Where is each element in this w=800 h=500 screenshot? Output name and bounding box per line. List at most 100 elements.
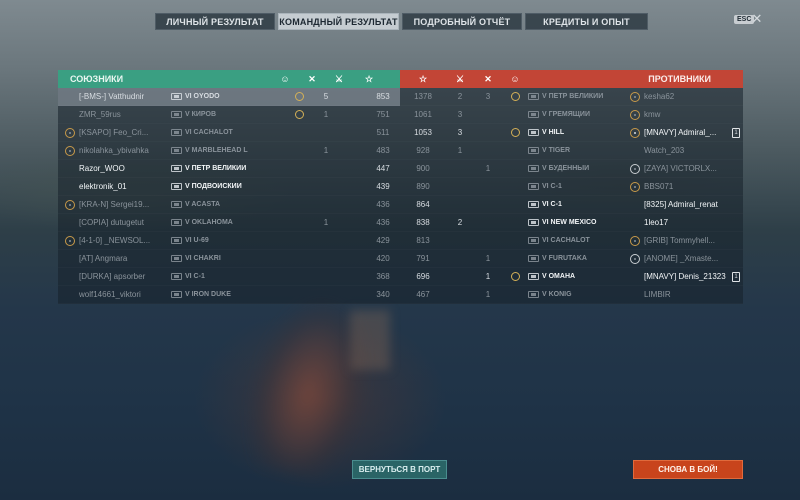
ship-class-icon xyxy=(528,183,539,191)
results-tabs: ЛИЧНЫЙ РЕЗУЛЬТАТ КОМАНДНЫЙ РЕЗУЛЬТАТ ПОД… xyxy=(155,13,648,30)
ally-row[interactable]: [KSAPO] Feo_Cri... VI CACHALOT 511 xyxy=(58,124,400,142)
ally-row[interactable]: [4-1-0] _NEWSOL... VI U-69 429 xyxy=(58,232,400,250)
ally-row[interactable]: Razor_WOO V ПЁТР ВЕЛИКИЙ 447 xyxy=(58,160,400,178)
ship-name: VI CHAKRI xyxy=(185,255,221,262)
ally-row[interactable]: ZMR_59rus V КИРОВ 1 751 xyxy=(58,106,400,124)
achievement-icon xyxy=(510,272,520,282)
ally-row[interactable]: [-BMS-] Vatthudnir VI ÖYODO 5 853 xyxy=(58,88,400,106)
ship-name: VI CACHALOT xyxy=(542,237,590,244)
enemy-row[interactable]: 813 VI CACHALOT [GRIB] Tommyhell... xyxy=(400,232,743,250)
base-xp: 853 xyxy=(376,92,390,101)
player-name: [COPIA] dutugetut xyxy=(79,218,144,227)
ribbons-count: 1 xyxy=(485,272,491,281)
player-name: kesha62 xyxy=(644,92,675,101)
kills-count: 1 xyxy=(457,146,463,155)
rank-badge-icon xyxy=(65,235,75,246)
base-xp: 429 xyxy=(376,236,390,245)
tab-team-result[interactable]: КОМАНДНЫЙ РЕЗУЛЬТАТ xyxy=(278,13,399,30)
ally-row[interactable]: wolf14661_viktori V IRON DUKE 340 xyxy=(58,286,400,304)
ship-class-icon xyxy=(171,201,182,209)
allies-list: [-BMS-] Vatthudnir VI ÖYODO 5 853 ZMR_59rus V… xyxy=(58,88,400,304)
ship-class-slot xyxy=(528,110,542,119)
close-icon[interactable]: ✕ xyxy=(750,12,764,26)
base-xp: 1378 xyxy=(414,92,432,101)
enemy-row[interactable]: 791 1 V FURUTAKA [ANOME] _Xmaste... xyxy=(400,250,743,268)
tab-credits-and-xp[interactable]: КРЕДИТЫ И ОПЫТ xyxy=(525,13,648,30)
ship-class-slot xyxy=(171,254,185,263)
ship-class-icon xyxy=(171,147,182,155)
player-name: LIMBIR xyxy=(644,290,671,299)
ship-name: V KÖNIG xyxy=(542,291,572,298)
ship-class-slot xyxy=(528,200,542,209)
battle-again-button[interactable]: СНОВА В БОЙ! xyxy=(633,460,743,479)
ship-class-icon xyxy=(528,129,539,137)
ship-class-icon xyxy=(171,291,182,299)
ribbons-count: 1 xyxy=(485,254,491,263)
ally-row[interactable]: [DURKA] apsorber VI C-1 368 xyxy=(58,268,400,286)
ship-class-icon xyxy=(528,93,539,101)
division-icon: 1 xyxy=(732,271,740,282)
enemies-title: ПРОТИВНИКИ xyxy=(648,74,711,84)
base-xp: 483 xyxy=(376,146,390,155)
ship-name: VI C-1 xyxy=(542,201,562,208)
ship-class-icon xyxy=(171,111,182,119)
ship-class-icon xyxy=(528,111,539,119)
player-badge-slot xyxy=(630,163,644,174)
enemy-row[interactable]: 928 1 V TIGER Watch_203 xyxy=(400,142,743,160)
player-badge-slot xyxy=(65,127,79,138)
player-name: [AT] Angmara xyxy=(79,254,128,263)
achievement-cell xyxy=(286,110,312,120)
return-to-port-button[interactable]: ВЕРНУТЬСЯ В ПОРТ xyxy=(352,460,447,479)
ship-class-icon xyxy=(528,255,539,263)
base-xp: 436 xyxy=(376,200,390,209)
player-name: [GRIB] Tommyhell... xyxy=(644,236,715,245)
enemy-row[interactable]: 900 1 V БУДЁННЫЙ [ZAYA] VICTORLX... xyxy=(400,160,743,178)
base-xp: 368 xyxy=(376,272,390,281)
ship-name: V MARBLEHEAD L xyxy=(185,147,248,154)
ship-class-icon xyxy=(171,273,182,281)
base-xp: 511 xyxy=(376,128,390,137)
enemy-row[interactable]: 1378 2 3 V ПЁТР ВЕЛИКИЙ kesha62 xyxy=(400,88,743,106)
ally-row[interactable]: [KRA-N] Sergei19... V ACASTA 436 xyxy=(58,196,400,214)
enemies-list: 1378 2 3 V ПЁТР ВЕЛИКИЙ kesha62 1061 3 V ГРЕМЯЩ… xyxy=(400,88,743,304)
ally-row[interactable]: [COPIA] dutugetut V OKLAHOMA 1 436 xyxy=(58,214,400,232)
rank-badge-icon xyxy=(65,199,75,210)
division-slot: 1 xyxy=(732,127,743,138)
ship-class-slot xyxy=(171,146,185,155)
ship-name: VI CACHALOT xyxy=(185,129,233,136)
ship-class-slot xyxy=(171,182,185,191)
base-xp: 467 xyxy=(416,290,430,299)
enemy-row[interactable]: 467 1 V KÖNIG LIMBIR xyxy=(400,286,743,304)
ally-row[interactable]: elektronik_01 V ПОДВОЙСКИЙ 439 xyxy=(58,178,400,196)
rank-badge-icon xyxy=(65,127,75,138)
ally-row[interactable]: nikolahka_ybivahka V MARBLEHEAD L 1 483 xyxy=(58,142,400,160)
base-xp: 890 xyxy=(416,182,430,191)
ribbons-count: 1 xyxy=(323,146,329,155)
player-name: [KRA-N] Sergei19... xyxy=(79,200,150,209)
tab-personal-result[interactable]: ЛИЧНЫЙ РЕЗУЛЬТАТ xyxy=(155,13,275,30)
ship-class-icon xyxy=(171,255,182,263)
player-badge-slot xyxy=(630,235,644,246)
player-badge-slot xyxy=(630,91,644,102)
enemy-row[interactable]: 1053 3 V HILL [MNAVY] Admiral_... 1 xyxy=(400,124,743,142)
ship-class-slot xyxy=(528,146,542,155)
player-badge-slot xyxy=(630,181,644,192)
enemy-row[interactable]: 838 2 VI NEW MEXICO 1leo17 xyxy=(400,214,743,232)
ally-row[interactable]: [AT] Angmara VI CHAKRI 420 xyxy=(58,250,400,268)
ship-class-slot xyxy=(528,182,542,191)
base-xp: 447 xyxy=(376,164,390,173)
achievement-icon xyxy=(294,110,304,120)
achievement-icon xyxy=(294,92,304,102)
ribbon-icon: ✕ xyxy=(308,73,316,84)
enemy-row[interactable]: 1061 3 V ГРЕМЯЩИЙ kmw xyxy=(400,106,743,124)
enemy-row[interactable]: 864 VI C-1 [8325] Admiral_renat xyxy=(400,196,743,214)
ship-class-icon xyxy=(171,93,182,101)
enemy-row[interactable]: 696 1 V OMAHA [MNAVY] Denis_21323 1 xyxy=(400,268,743,286)
base-xp: 900 xyxy=(416,164,430,173)
ship-class-slot xyxy=(528,128,542,137)
ship-class-slot xyxy=(171,272,185,281)
base-xp: 838 xyxy=(416,218,430,227)
player-badge-slot xyxy=(65,145,79,156)
enemy-row[interactable]: 890 VI C-1 BBS071 xyxy=(400,178,743,196)
tab-detailed-report[interactable]: ПОДРОБНЫЙ ОТЧЁТ xyxy=(402,13,522,30)
